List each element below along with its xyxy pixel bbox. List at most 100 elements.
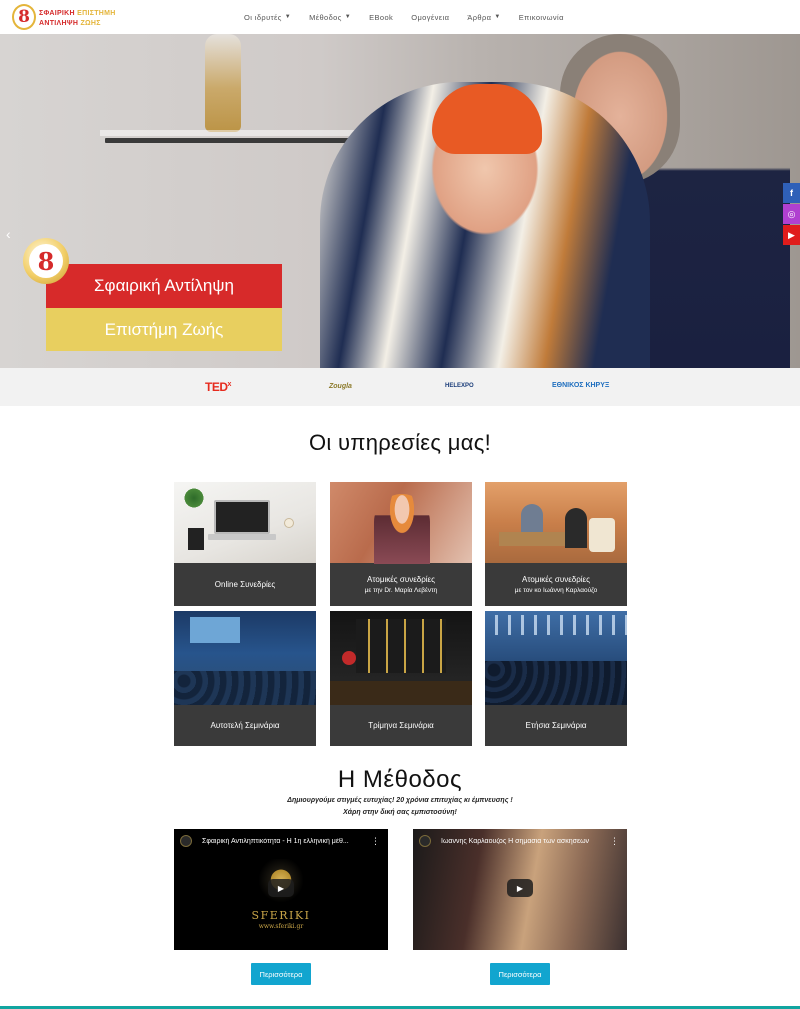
service-card-subtitle: με την Dr. Μαρία Λεβέντη xyxy=(364,586,438,594)
sferiki-wordmark: SFERIKI xyxy=(251,909,311,922)
nav-item-method[interactable]: Μέθοδος ▼ xyxy=(309,13,351,22)
nav-label: EBook xyxy=(369,12,394,22)
logo-mark-icon: 8 xyxy=(12,4,36,30)
page: 8 ΣΦΑΙΡΙΚΗ ΕΠΙΣΤΗΜΗ ΑΝΤΙΛΗΨΗ ΖΩΗΣ Οι ιδρ… xyxy=(0,0,800,1009)
ethnikos-kiryx-logo[interactable]: ΕΘΝΙΚΟΣ ΚΗΡΥΞ xyxy=(552,382,609,389)
video-title[interactable]: Σφαιρική Αντιληπτικότητα - Η 1η ελληνική… xyxy=(202,838,367,845)
nav-label: Μέθοδος xyxy=(309,12,342,22)
service-card-caption: Ετήσια Σεμινάρια xyxy=(485,705,627,746)
more-button-1[interactable]: Περισσότερα xyxy=(251,963,311,985)
video-topbar: Σφαιρική Αντιληπτικότητα - Η 1η ελληνική… xyxy=(174,829,388,853)
robes-decoration xyxy=(356,619,446,673)
logo-word-sferiki: ΣΦΑΙΡΙΚΗ xyxy=(39,10,75,17)
main-nav: Οι ιδρυτές ▼ Μέθοδος ▼ EBook Ομογένεια Άρθ… xyxy=(244,0,582,34)
service-card-title: Ετήσια Σεμινάρια xyxy=(525,720,587,730)
social-sidebar: f ◎ ▶ xyxy=(783,183,800,246)
service-card-standalone-seminars[interactable]: Αυτοτελή Σεμινάρια xyxy=(174,611,316,746)
service-card-online[interactable]: Online Συνεδρίες xyxy=(174,482,316,606)
facebook-icon[interactable]: f xyxy=(783,183,800,203)
logo-text-line2: ΑΝΤΙΛΗΨΗ ΖΩΗΣ xyxy=(39,20,101,27)
helexpo-logo[interactable]: HELEXPO xyxy=(445,383,474,389)
slider-prev-arrow-icon[interactable]: ‹ xyxy=(6,226,11,242)
nav-item-ebook[interactable]: EBook xyxy=(369,13,393,22)
crowd-decoration xyxy=(174,671,316,705)
ted-logo[interactable]: TEDx xyxy=(205,380,231,394)
hero-photo-woman-hair xyxy=(432,84,542,154)
service-image-online xyxy=(174,482,316,563)
service-card-ioannis[interactable]: Ατομικές συνεδρίες με τον κο Ιωάννη Καρλ… xyxy=(485,482,627,606)
chevron-down-icon: ▼ xyxy=(344,14,352,20)
stand-decoration xyxy=(330,681,472,705)
laptop-decoration xyxy=(214,500,270,534)
person-decoration xyxy=(374,494,430,564)
service-card-subtitle: με τον κο Ιωάννη Καρλαούζο xyxy=(514,586,598,594)
method-heading: Η Μέθοδος xyxy=(337,766,463,793)
service-card-quarterly-seminars[interactable]: Τρίμηνα Σεμινάρια xyxy=(330,611,472,746)
ted-logo-text: TED xyxy=(205,380,228,394)
channel-avatar-icon[interactable] xyxy=(180,835,192,847)
press-logos-strip: TEDx Zougla HELEXPO ΕΘΝΙΚΟΣ ΚΗΡΥΞ xyxy=(0,368,800,406)
service-card-maria[interactable]: Ατομικές συνεδρίες με την Dr. Μαρία Λεβέ… xyxy=(330,482,472,606)
nav-item-articles[interactable]: Άρθρα ▼ xyxy=(467,13,500,22)
more-button-2[interactable]: Περισσότερα xyxy=(490,963,550,985)
hero-shelf xyxy=(105,138,355,143)
service-image-maria xyxy=(330,482,472,564)
laptop-base-decoration xyxy=(208,534,276,540)
video-title[interactable]: Ιωαννης Καρλαουζος Η σημασια των ασκησεω… xyxy=(441,838,606,845)
service-card-title: Online Συνεδρίες xyxy=(214,579,276,589)
service-image-standalone xyxy=(174,611,316,705)
chair-decoration xyxy=(589,518,615,552)
hero-vase-decoration xyxy=(205,34,241,132)
table-decoration xyxy=(499,532,569,546)
plant-decoration xyxy=(182,488,206,508)
zougla-logo[interactable]: Zougla xyxy=(329,383,352,390)
notebook-decoration xyxy=(188,528,204,550)
stage-lights-decoration xyxy=(485,615,627,635)
service-card-annual-seminars[interactable]: Ετήσια Σεμινάρια xyxy=(485,611,627,746)
hero-badge-mark: 8 xyxy=(29,244,63,278)
ted-logo-sup: x xyxy=(227,381,232,388)
site-logo[interactable]: 8 ΣΦΑΙΡΙΚΗ ΕΠΙΣΤΗΜΗ ΑΝΤΙΛΗΨΗ ΖΩΗΣ xyxy=(12,4,122,30)
nav-label: Επικοινωνία xyxy=(518,12,564,22)
service-card-caption: Αυτοτελή Σεμινάρια xyxy=(174,705,316,746)
youtube-icon[interactable]: ▶ xyxy=(783,225,800,245)
nav-item-founders[interactable]: Οι ιδρυτές ▼ xyxy=(244,13,291,22)
service-card-title: Ατομικές συνεδρίες xyxy=(522,574,590,584)
service-card-caption: Τρίμηνα Σεμινάρια xyxy=(330,705,472,746)
service-image-annual xyxy=(485,611,627,705)
service-image-ioannis xyxy=(485,482,627,563)
video-topbar: Ιωαννης Καρλαουζος Η σημασια των ασκησεω… xyxy=(413,829,627,853)
service-card-title: Αυτοτελή Σεμινάρια xyxy=(210,720,280,730)
services-heading: Οι υπηρεσίες μας! xyxy=(308,430,492,455)
play-icon[interactable]: ▶ xyxy=(268,879,294,897)
service-card-caption: Ατομικές συνεδρίες με την Dr. Μαρία Λεβέ… xyxy=(330,563,472,606)
method-subtitle-2: Χάρη στην δική σας εμπιστοσύνη! xyxy=(343,809,457,816)
chevron-down-icon: ▼ xyxy=(284,14,292,20)
nav-item-contact[interactable]: Επικοινωνία xyxy=(519,13,564,22)
video-embed-2[interactable]: Ιωαννης Καρλαουζος Η σημασια των ασκησεω… xyxy=(413,829,627,950)
service-card-title: Τρίμηνα Σεμινάρια xyxy=(368,720,434,730)
more-options-icon[interactable]: ⋮ xyxy=(610,836,619,847)
more-options-icon[interactable]: ⋮ xyxy=(371,836,380,847)
hero-slider: ‹ Σφαιρική Αντίληψη Επιστήμη Ζωής 8 xyxy=(0,34,800,368)
nav-label: Άρθρα xyxy=(467,12,492,22)
channel-avatar-icon[interactable] xyxy=(419,835,431,847)
service-image-quarterly xyxy=(330,611,472,705)
hero-badge-icon: 8 xyxy=(23,238,69,284)
sferiki-url: www.sferiki.gr xyxy=(258,923,304,930)
chevron-down-icon: ▼ xyxy=(494,14,501,20)
hero-shelf-glass xyxy=(100,130,360,136)
projector-screen-decoration xyxy=(190,617,240,643)
crowd-decoration xyxy=(485,661,627,705)
instagram-icon[interactable]: ◎ xyxy=(783,204,800,224)
logo-text-line1: ΣΦΑΙΡΙΚΗ ΕΠΙΣΤΗΜΗ xyxy=(39,10,116,17)
play-icon[interactable]: ▶ xyxy=(507,879,533,897)
logo-word-zwhs: ΖΩΗΣ xyxy=(80,20,101,27)
nav-item-diaspora[interactable]: Ομογένεια xyxy=(411,13,449,22)
person-decoration xyxy=(521,504,543,534)
video-embed-1[interactable]: SFERIKI www.sferiki.gr Σφαιρική Αντιληπτ… xyxy=(174,829,388,950)
logo-word-episthmh: ΕΠΙΣΤΗΜΗ xyxy=(77,10,116,17)
method-subtitle-1: Δημιουργούμε στιγμές ευτυχίας! 20 χρόνια… xyxy=(287,797,513,804)
flowers-decoration xyxy=(342,651,356,665)
nav-label: Ομογένεια xyxy=(411,12,450,22)
